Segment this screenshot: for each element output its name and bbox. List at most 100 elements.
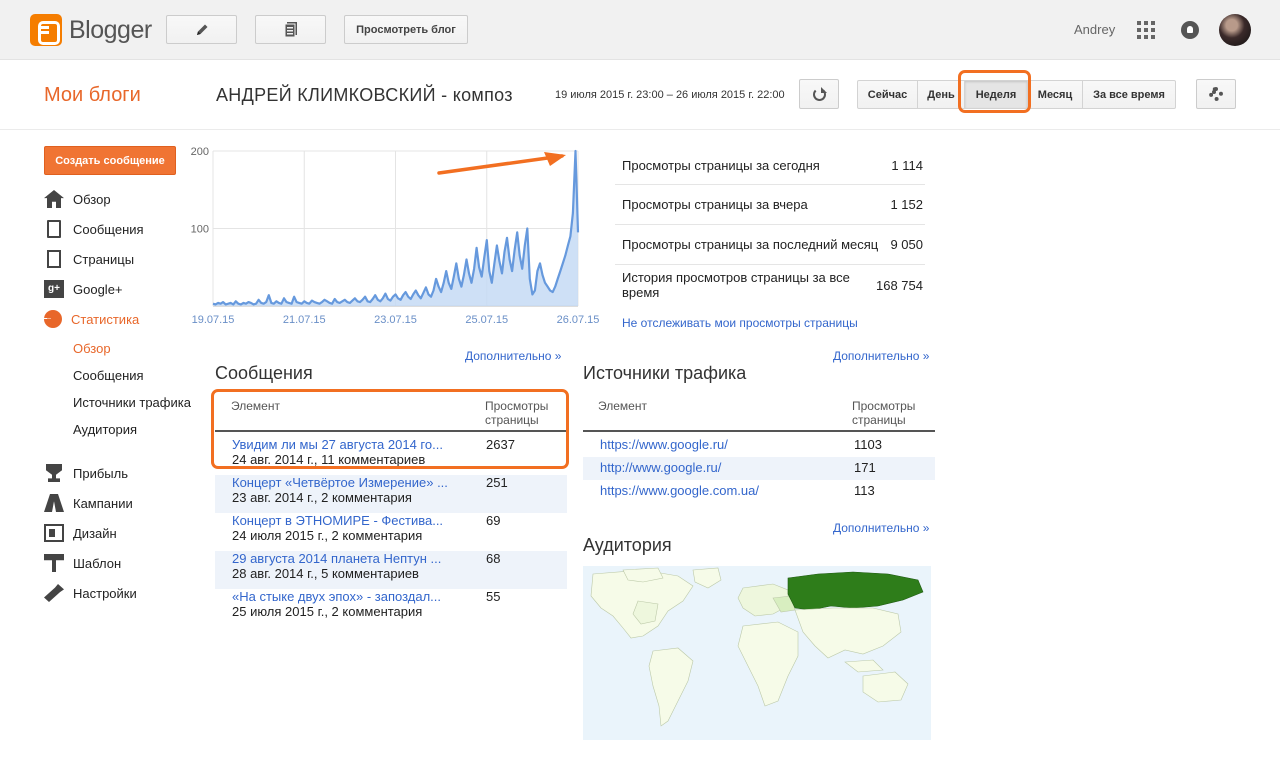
- audience-world-map[interactable]: [583, 566, 931, 740]
- traffic-col-views: Просмотры страницы: [852, 399, 916, 427]
- notifications-icon[interactable]: [1181, 21, 1199, 39]
- period-all-time-button[interactable]: За все время: [1082, 80, 1176, 109]
- chart-x-tick-label: 23.07.15: [374, 314, 417, 326]
- post-title-link[interactable]: Концерт в ЭТНОМИРЕ - Фестива...: [232, 513, 450, 528]
- table-row: Концерт «Четвёртое Измерение» ... 23 авг…: [215, 475, 567, 513]
- sidebar-item-layout[interactable]: Дизайн: [44, 523, 117, 543]
- traffic-more-link[interactable]: Дополнительно »: [833, 349, 929, 363]
- user-name[interactable]: Andrey: [1074, 22, 1115, 37]
- post-views: 68: [486, 551, 501, 566]
- chart-y-tick-label: 200: [191, 146, 209, 158]
- sidebar-sub-overview[interactable]: Обзор: [73, 341, 111, 356]
- settings-button[interactable]: [1196, 79, 1236, 109]
- top-bar: Blogger Просмотреть блог Andrey: [0, 0, 1280, 60]
- traffic-views: 171: [854, 460, 876, 475]
- stat-label: Просмотры страницы за вчера: [622, 197, 808, 212]
- refresh-button[interactable]: [799, 79, 839, 109]
- post-views: 251: [486, 475, 508, 490]
- sidebar-item-label: Шаблон: [73, 555, 122, 571]
- stat-today: Просмотры страницы за сегодня 1 114: [615, 147, 925, 185]
- table-row: Концерт в ЭТНОМИРЕ - Фестива... 24 июля …: [215, 513, 567, 551]
- sidebar-item-label: Прибыль: [73, 465, 128, 481]
- stat-label: Просмотры страницы за сегодня: [622, 158, 820, 173]
- table-row: 29 августа 2014 планета Нептун ... 28 ав…: [215, 551, 567, 589]
- sidebar-sub-audience[interactable]: Аудитория: [73, 422, 137, 437]
- gear-icon: [1209, 87, 1223, 101]
- traffic-views: 113: [854, 483, 875, 498]
- greenland-region: [692, 567, 722, 589]
- summary-stats: Просмотры страницы за сегодня 1 114 Прос…: [615, 147, 925, 305]
- date-range: 19 июля 2015 г. 23:00 – 26 июля 2015 г. …: [555, 89, 785, 101]
- sidebar-item-label: Обзор: [73, 191, 111, 207]
- traffic-source-link[interactable]: https://www.google.ru/: [600, 437, 728, 452]
- stat-value: 168 754: [876, 277, 923, 293]
- chart-x-tick-label: 25.07.15: [465, 314, 508, 326]
- create-post-button[interactable]: Создать сообщение: [44, 146, 176, 175]
- table-row: https://www.google.ru/ 1103: [583, 434, 935, 457]
- refresh-icon: [812, 86, 827, 101]
- wrench-icon: [44, 584, 64, 602]
- post-title-link[interactable]: 29 августа 2014 планета Нептун ...: [232, 551, 450, 566]
- period-month-button[interactable]: Месяц: [1027, 80, 1083, 109]
- sidebar-sub-traffic-sources[interactable]: Источники трафика: [73, 395, 191, 410]
- post-title-link[interactable]: «На стыке двух эпох» - запоздал...: [232, 589, 450, 604]
- sidebar-item-stats[interactable]: Статистика: [44, 309, 139, 329]
- sidebar-item-label: Настройки: [73, 585, 137, 601]
- apps-grid-icon[interactable]: [1137, 21, 1155, 39]
- chart-x-tick-label: 21.07.15: [283, 314, 326, 326]
- traffic-views: 1103: [854, 437, 882, 452]
- new-post-pencil-button[interactable]: [166, 15, 237, 44]
- avatar[interactable]: [1219, 14, 1251, 46]
- documents-icon: [284, 21, 297, 37]
- table-row: http://www.google.ru/ 171: [583, 457, 935, 480]
- sidebar-item-pages[interactable]: Страницы: [44, 249, 134, 269]
- posts-list-button[interactable]: [255, 15, 326, 44]
- sidebar-sub-posts[interactable]: Сообщения: [73, 368, 144, 383]
- traffic-header-divider: [583, 430, 935, 432]
- post-meta: 28 авг. 2014 г., 5 комментариев: [232, 566, 419, 581]
- week-highlight-annotation: [958, 70, 1031, 113]
- chart-x-tick-label: 26.07.15: [557, 314, 600, 326]
- posts-icon: [47, 220, 61, 238]
- post-title-link[interactable]: Концерт «Четвёртое Измерение» ...: [232, 475, 450, 490]
- post-meta: 24 июля 2015 г., 2 комментария: [232, 528, 423, 543]
- world-map-svg: [590, 567, 924, 727]
- asia-region: [794, 607, 902, 659]
- table-row: https://www.google.com.ua/ 113: [583, 480, 935, 503]
- australia-region: [862, 671, 909, 703]
- period-now-button[interactable]: Сейчас: [857, 80, 918, 109]
- sidebar-item-template[interactable]: Шаблон: [44, 553, 121, 573]
- traffic-source-link[interactable]: http://www.google.ru/: [600, 460, 721, 475]
- stat-label: Просмотры страницы за последний месяц: [622, 237, 879, 252]
- view-blog-button[interactable]: Просмотреть блог: [344, 15, 468, 44]
- campaigns-icon: [44, 494, 64, 512]
- template-brush-icon: [44, 554, 64, 572]
- sidebar-item-posts[interactable]: Сообщения: [44, 219, 144, 239]
- posts-more-link[interactable]: Дополнительно »: [465, 349, 561, 363]
- blog-title: АНДРЕЙ КЛИМКОВСКИЙ - композ: [216, 85, 513, 105]
- home-icon: [44, 190, 64, 208]
- post-views: 69: [486, 513, 501, 528]
- annotation-arrow-head: [544, 152, 566, 166]
- sidebar-item-overview[interactable]: Обзор: [44, 189, 111, 209]
- sidebar-item-label: Сообщения: [73, 221, 144, 237]
- traffic-source-link[interactable]: https://www.google.com.ua/: [600, 483, 759, 498]
- sidebar-item-campaigns[interactable]: Кампании: [44, 493, 133, 513]
- my-blogs-link[interactable]: Мои блоги: [44, 84, 141, 107]
- pencil-icon: [196, 24, 207, 35]
- blogger-logo[interactable]: Blogger: [30, 14, 152, 46]
- sidebar-item-settings[interactable]: Настройки: [44, 583, 137, 603]
- dont-track-link[interactable]: Не отслеживать мои просмотры страницы: [622, 316, 858, 330]
- sidebar-item-earnings[interactable]: Прибыль: [44, 463, 128, 483]
- sidebar-item-label: Кампании: [73, 495, 133, 511]
- audience-section-title: Аудитория: [583, 535, 672, 555]
- indonesia-region: [844, 659, 884, 673]
- stat-value: 1 114: [891, 158, 923, 173]
- sidebar-item-google-plus[interactable]: g+ Google+: [44, 279, 123, 299]
- stat-label: История просмотров страницы за все время: [622, 270, 850, 300]
- stats-pie-icon: [44, 310, 62, 328]
- audience-more-link[interactable]: Дополнительно »: [833, 521, 929, 535]
- stat-value: 9 050: [890, 237, 923, 252]
- app-name: Blogger: [69, 15, 152, 44]
- stat-value: 1 152: [890, 197, 923, 212]
